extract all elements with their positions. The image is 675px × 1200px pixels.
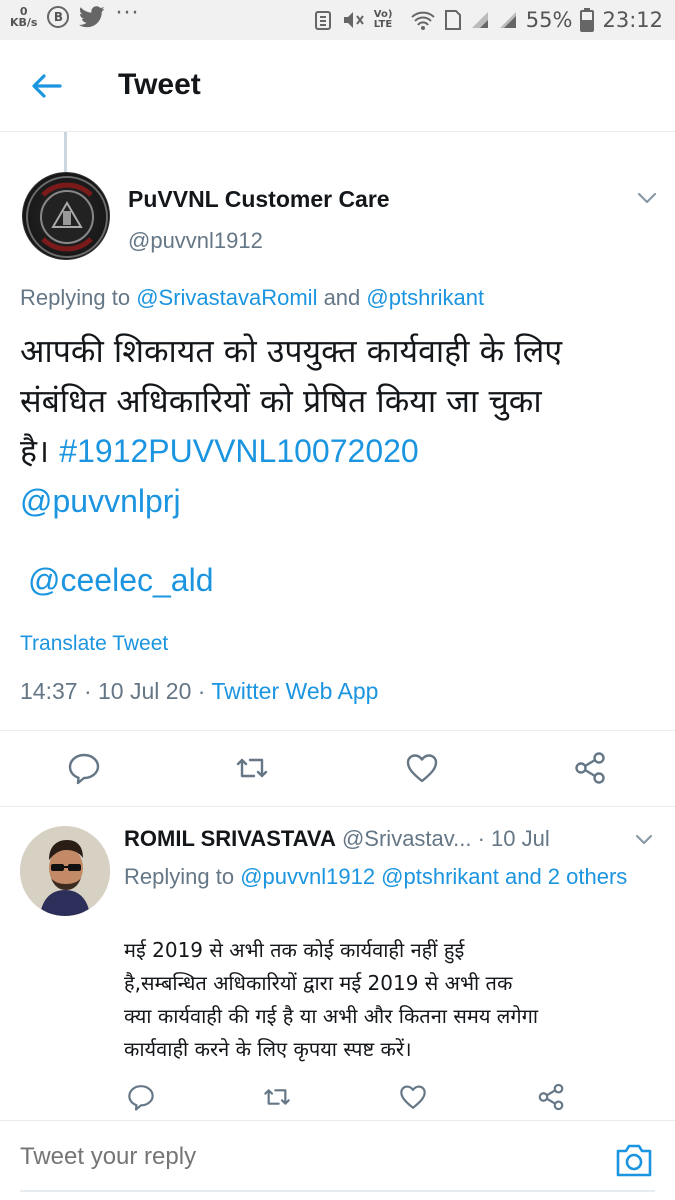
mention-link[interactable]: @ceelec_ald: [28, 562, 213, 599]
puvvnl-logo-icon: [26, 176, 108, 258]
mention-link[interactable]: @SrivastavaRomil: [136, 285, 317, 310]
share-icon[interactable]: [536, 1082, 566, 1112]
reply-actions: [0, 1078, 675, 1118]
translate-tweet-link[interactable]: Translate Tweet: [20, 632, 168, 656]
more-notifications-icon: ···: [115, 0, 140, 26]
network-speed: 0 KB/s: [10, 5, 38, 29]
battery-icon: [580, 8, 595, 32]
app-bar: Tweet: [0, 40, 675, 132]
profile-photo: [20, 826, 110, 916]
mention-link[interactable]: @ptshrikant: [366, 285, 484, 310]
volte-icon: Vo) LTE: [373, 9, 393, 30]
tweet-actions: [0, 740, 675, 800]
author-handle[interactable]: @puvvnl1912: [128, 228, 263, 254]
divider: [0, 806, 675, 807]
replying-to: Replying to @puvvnl1912 @ptshrikant and …: [124, 864, 628, 889]
status-bar: 0 KB/s B ··· Vo) LTE 55% 23:12: [0, 0, 675, 40]
author-handle[interactable]: @Srivastav...: [336, 826, 472, 851]
like-icon[interactable]: [398, 1082, 428, 1112]
retweet-icon[interactable]: [262, 1082, 292, 1112]
b-app-icon: B: [47, 6, 70, 28]
reply-date: · 10 Jul: [471, 826, 550, 851]
twitter-bird-icon: [79, 6, 106, 28]
reply-icon[interactable]: [66, 750, 102, 786]
thread-connector-line: [64, 132, 67, 172]
tweet-text: आपकी शिकायत को उपयुक्त कार्यवाही के लिए …: [20, 332, 563, 519]
sim-icon: [444, 10, 461, 30]
reply-text: मई 2019 से अभी तक कोई कार्यवाही नहीं हुई…: [124, 938, 539, 1061]
reply-input[interactable]: [20, 1143, 580, 1171]
reply-composer: [0, 1120, 675, 1200]
page-title: Tweet: [118, 68, 201, 101]
author-name[interactable]: ROMIL SRIVASTAVA: [124, 826, 336, 851]
source-link[interactable]: Twitter Web App: [211, 678, 378, 704]
signal-2-icon: [499, 12, 516, 28]
chevron-down-icon[interactable]: [634, 833, 654, 847]
retweet-icon[interactable]: [234, 750, 270, 786]
author-name[interactable]: PuVVNL Customer Care: [128, 186, 390, 213]
signal-1-icon: [471, 12, 488, 28]
like-icon[interactable]: [404, 750, 440, 786]
avatar[interactable]: [20, 826, 110, 916]
recycle-icon: [314, 11, 331, 30]
wifi-icon: [411, 11, 435, 30]
share-icon[interactable]: [572, 750, 608, 786]
input-underline: [20, 1190, 655, 1192]
mention-link[interactable]: @puvvnlprj: [20, 483, 181, 519]
mute-icon: [343, 12, 364, 28]
chevron-down-icon[interactable]: [636, 190, 658, 206]
tweet-meta: 14:37 · 10 Jul 20 · Twitter Web App: [20, 678, 379, 704]
back-arrow-icon[interactable]: [26, 66, 66, 106]
avatar[interactable]: [22, 172, 110, 260]
divider: [0, 730, 675, 731]
hashtag-link[interactable]: #1912PUVVNL10072020: [59, 433, 418, 469]
clock: 23:12: [602, 8, 663, 32]
reply-icon[interactable]: [126, 1082, 156, 1112]
replying-to: Replying to @SrivastavaRomil and @ptshri…: [20, 285, 485, 310]
battery-percent: 55%: [525, 8, 573, 32]
camera-icon[interactable]: [614, 1141, 654, 1179]
reply-header: ROMIL SRIVASTAVA @Srivastav... · 10 Jul: [124, 826, 624, 852]
mention-link[interactable]: @puvvnl1912 @ptshrikant and 2 others: [240, 864, 627, 889]
